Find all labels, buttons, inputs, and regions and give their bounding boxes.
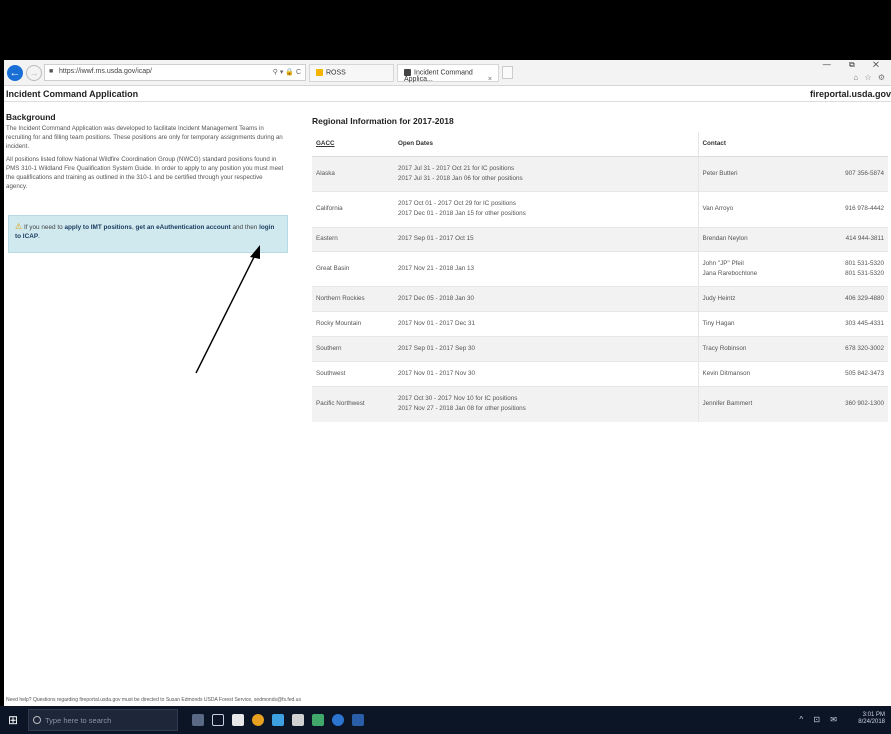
cell-gacc: Great Basin	[312, 250, 394, 286]
table-row: Eastern 2017 Sep 01 - 2017 Oct 15 Brenda…	[312, 226, 888, 251]
cell-dates: 2017 Nov 01 - 2017 Nov 30	[394, 360, 698, 386]
cell-gacc: Pacific Northwest	[312, 385, 394, 422]
table-row: Pacific Northwest 2017 Oct 30 - 2017 Nov…	[312, 385, 888, 422]
header-open-dates: Open Dates	[394, 132, 698, 157]
address-tools-icon[interactable]: ⚲ ▾ 🔒 C	[273, 68, 301, 76]
word-icon[interactable]	[352, 714, 364, 726]
cell-contact: Van Arroyo	[697, 190, 808, 227]
eauth-account-link[interactable]: get an eAuthentication account	[136, 224, 231, 231]
header-gacc[interactable]: GACC	[312, 132, 394, 157]
windows-taskbar: ⊞ Type here to search ^ ⊡ ✉ 3:01 PM 8/24…	[0, 706, 891, 734]
cell-contact: Brendan Neylon	[697, 226, 808, 251]
cell-dates: 2017 Nov 01 - 2017 Dec 31	[394, 310, 698, 336]
task-view-icon[interactable]	[212, 714, 224, 726]
cell-gacc: Rocky Mountain	[312, 310, 394, 336]
forward-button[interactable]: →	[26, 65, 42, 81]
footer-help-note: Need help? Questions regarding fireporta…	[6, 697, 301, 703]
cell-phone: 907 356-5874	[808, 155, 888, 191]
background-paragraph-2: All positions listed follow National Wil…	[6, 156, 284, 190]
outlook-icon[interactable]	[272, 714, 284, 726]
cell-phone: 414 944-3811	[808, 226, 888, 251]
usda-app-icon-2[interactable]	[292, 714, 304, 726]
microphone-icon[interactable]	[192, 714, 204, 726]
address-bar[interactable]: ■ https://iwwf.ms.usda.gov/icap/ ⚲ ▾ 🔒 C	[44, 64, 306, 81]
annotation-arrow	[195, 245, 260, 374]
table-row: Great Basin 2017 Nov 21 - 2018 Jan 13 Jo…	[312, 250, 888, 286]
excel-icon[interactable]	[312, 714, 324, 726]
url-text: https://iwwf.ms.usda.gov/icap/	[59, 68, 152, 75]
browser-toolbar: ← → ■ https://iwwf.ms.usda.gov/icap/ ⚲ ▾…	[4, 60, 891, 86]
cell-dates: 2017 Jul 31 - 2017 Oct 21 for IC positio…	[394, 155, 698, 191]
cell-dates: 2017 Dec 05 - 2018 Jan 30	[394, 285, 698, 311]
header-contact: Contact	[697, 132, 808, 157]
cell-phone: 916 978-4442	[808, 190, 888, 227]
table-row: Rocky Mountain 2017 Nov 01 - 2017 Dec 31…	[312, 310, 888, 336]
cell-dates: 2017 Oct 30 - 2017 Nov 10 for IC positio…	[394, 385, 698, 422]
cell-contact: Jennifer Bammert	[697, 385, 808, 422]
chrome-icon[interactable]	[252, 714, 264, 726]
system-tray-icons[interactable]: ^ ⊡ ✉	[799, 715, 841, 724]
cell-gacc: Northern Rockies	[312, 285, 394, 311]
tab-incident-command[interactable]: Incident Command Applica... ×	[397, 64, 499, 83]
cell-contact: Judy Heintz	[697, 285, 808, 311]
apply-imt-link[interactable]: apply to IMT positions	[64, 224, 131, 231]
table-row: Southwest 2017 Nov 01 - 2017 Nov 30 Kevi…	[312, 360, 888, 386]
windows-start-icon[interactable]: ⊞	[8, 714, 20, 726]
cell-gacc: Alaska	[312, 155, 394, 191]
close-tab-icon[interactable]: ×	[488, 76, 492, 83]
usda-app-icon[interactable]	[232, 714, 244, 726]
table-row: Northern Rockies 2017 Dec 05 - 2018 Jan …	[312, 285, 888, 311]
usda-favicon-icon	[404, 69, 411, 76]
back-button[interactable]: ←	[7, 65, 23, 81]
cell-gacc: Eastern	[312, 226, 394, 251]
cell-phone: 406 329-4880	[808, 285, 888, 311]
cell-contact: Peter Butteri	[697, 155, 808, 191]
cell-contact: John "JP" Pfeil Jana Rarebochlone	[697, 250, 808, 286]
cell-phone: 303 445-4331	[808, 310, 888, 336]
cell-phone: 678 320-3002	[808, 335, 888, 361]
taskbar-search-input[interactable]: Type here to search	[28, 709, 178, 731]
cell-phone: 360 902-1300	[808, 385, 888, 422]
cell-gacc: Southwest	[312, 360, 394, 386]
cell-dates: 2017 Sep 01 - 2017 Oct 15	[394, 226, 698, 251]
lock-icon: ■	[49, 68, 54, 75]
browser-toolbar-icons[interactable]: ⌂ ☆ ⚙	[853, 73, 887, 82]
header-phone	[808, 132, 888, 157]
edge-icon[interactable]	[332, 714, 344, 726]
cell-gacc: Southern	[312, 335, 394, 361]
cell-phone: 505 842-3473	[808, 360, 888, 386]
cortana-icon	[33, 716, 41, 724]
cell-contact: Tracy Robinson	[697, 335, 808, 361]
browser-window: ← → ■ https://iwwf.ms.usda.gov/icap/ ⚲ ▾…	[4, 60, 891, 706]
cell-contact: Kevin Ditmanson	[697, 360, 808, 386]
header-divider	[4, 101, 891, 102]
regional-table: GACC Open Dates Contact Alaska 2017 Jul …	[312, 132, 888, 422]
background-paragraph-1: The Incident Command Application was dev…	[6, 125, 283, 150]
new-tab-button[interactable]	[502, 66, 513, 79]
cell-dates: 2017 Oct 01 - 2017 Oct 29 for IC positio…	[394, 190, 698, 227]
ross-favicon-icon	[316, 69, 323, 76]
table-row: Alaska 2017 Jul 31 - 2017 Oct 21 for IC …	[312, 155, 888, 191]
cell-contact: Tiny Hagan	[697, 310, 808, 336]
cell-dates: 2017 Nov 21 - 2018 Jan 13	[394, 250, 698, 286]
tab-ross[interactable]: ROSS	[309, 64, 394, 82]
window-controls[interactable]: — ⧉ ✕	[823, 60, 887, 70]
site-domain: fireportal.usda.gov	[809, 89, 891, 99]
clock[interactable]: 3:01 PM 8/24/2018	[858, 712, 885, 726]
background-heading: Background	[6, 112, 56, 122]
cell-gacc: California	[312, 190, 394, 227]
page-title: Incident Command Application	[6, 89, 139, 99]
warning-icon: ⚠	[15, 222, 23, 231]
cell-phone: 801 531-5320 801 531-5320	[808, 250, 888, 286]
table-row: California 2017 Oct 01 - 2017 Oct 29 for…	[312, 190, 888, 227]
cell-dates: 2017 Sep 01 - 2017 Sep 30	[394, 335, 698, 361]
regional-heading: Regional Information for 2017-2018	[312, 116, 454, 126]
table-row: Southern 2017 Sep 01 - 2017 Sep 30 Tracy…	[312, 335, 888, 361]
